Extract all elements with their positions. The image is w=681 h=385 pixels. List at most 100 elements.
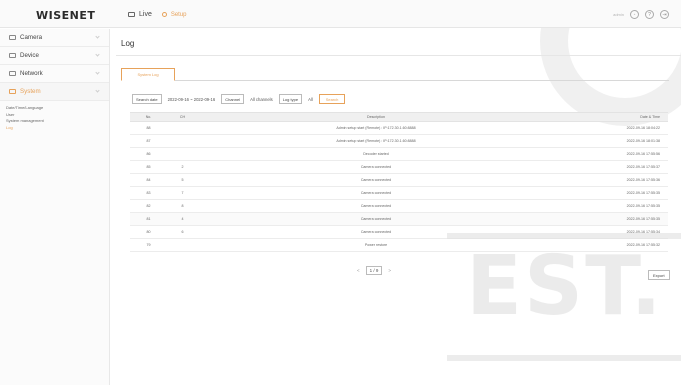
- cell-description: Camera connected: [360, 191, 392, 195]
- help-icon[interactable]: ?: [645, 10, 654, 19]
- cell-no: 85: [146, 165, 151, 169]
- sidebar-item-label: Device: [20, 52, 39, 59]
- log-filters: Search date 2022-09-16 ~ 2022-09-16 Chan…: [132, 94, 346, 104]
- table-row[interactable]: 84 5 Camera connected 2022-09-16 17:55:3…: [130, 174, 668, 187]
- chevron-up-icon: [95, 88, 100, 93]
- cell-no: 86: [146, 152, 151, 156]
- cell-datetime: 2022-09-16 18:04:22: [626, 126, 660, 130]
- cell-description: Camera connected: [360, 178, 392, 182]
- table-row[interactable]: 79 Power restore 2022-09-16 17:55:32: [130, 239, 668, 252]
- prev-page-button[interactable]: <: [357, 268, 360, 273]
- cell-datetime: 2022-09-16 18:01:38: [626, 139, 660, 143]
- cell-datetime: 2022-09-16 17:55:34: [626, 230, 660, 234]
- tab-system-log[interactable]: System Log: [121, 68, 175, 81]
- gear-icon: [161, 12, 167, 17]
- page-indicator[interactable]: 1 / 9: [365, 266, 383, 275]
- table-row[interactable]: 81 4 Camera connected 2022-09-16 17:55:3…: [130, 213, 668, 226]
- sidebar-item-system[interactable]: System: [0, 83, 109, 101]
- table-row[interactable]: 80 6 Camera connected 2022-09-16 17:55:3…: [130, 226, 668, 239]
- top-nav: Live Setup: [128, 11, 187, 18]
- cell-datetime: 2022-09-16 17:55:37: [626, 165, 660, 169]
- cell-datetime: 2022-09-16 17:55:35: [626, 204, 660, 208]
- sidebar-item-network[interactable]: Network: [0, 65, 109, 83]
- log-type-button[interactable]: Log type: [278, 94, 303, 104]
- live-tab[interactable]: Live: [139, 11, 152, 18]
- network-icon: [9, 71, 16, 76]
- cell-description: Camera connected: [360, 165, 392, 169]
- top-bar: WISENET Live Setup admin ◦ ? ⇥: [0, 0, 681, 28]
- cell-description: Admin setup start (Remote) : IP:172.30.1…: [336, 126, 416, 130]
- watermark-text: EST.: [466, 239, 664, 334]
- table-row[interactable]: 88 Admin setup start (Remote) : IP:172.3…: [130, 122, 668, 135]
- channel-button[interactable]: Channel: [221, 94, 245, 104]
- cell-description: Admin setup start (Remote) : IP:172.30.1…: [336, 139, 416, 143]
- cell-datetime: 2022-09-16 17:55:35: [626, 191, 660, 195]
- tab-divider: [121, 80, 669, 81]
- date-range-value: 2022-09-16 ~ 2022-09-16: [167, 96, 216, 102]
- user-circle-icon[interactable]: ◦: [630, 10, 639, 19]
- device-icon: [9, 53, 16, 58]
- table-row[interactable]: 82 8 Camera connected 2022-09-16 17:55:3…: [130, 200, 668, 213]
- cell-no: 83: [146, 191, 151, 195]
- cell-no: 88: [146, 126, 151, 130]
- page-title: Log: [121, 39, 135, 48]
- table-row[interactable]: 83 7 Camera connected 2022-09-16 17:55:3…: [130, 187, 668, 200]
- top-right-controls: admin ◦ ? ⇥: [613, 10, 669, 19]
- system-submenu: Date/Time/Language User System managemen…: [0, 101, 109, 131]
- submenu-item-log[interactable]: Log: [6, 125, 109, 132]
- pagination: < 1 / 9 >: [357, 266, 391, 275]
- cell-datetime: 2022-09-16 17:55:35: [626, 217, 660, 221]
- log-type-value: All: [308, 96, 313, 102]
- cell-datetime: 2022-09-16 17:55:36: [626, 178, 660, 182]
- cell-description: Camera connected: [360, 230, 392, 234]
- column-header-datetime[interactable]: Date & Time: [548, 115, 668, 119]
- logo: WISENET: [36, 9, 96, 22]
- cell-no: 80: [146, 230, 151, 234]
- cell-ch: 7: [181, 191, 184, 195]
- chevron-down-icon: [95, 70, 100, 75]
- search-date-button[interactable]: Search date: [132, 94, 162, 104]
- cell-no: 81: [146, 217, 151, 221]
- cell-no: 79: [146, 243, 151, 247]
- sidebar-item-device[interactable]: Device: [0, 47, 109, 65]
- sidebar-item-label: Camera: [20, 34, 43, 41]
- logout-icon[interactable]: ⇥: [660, 10, 669, 19]
- table-row[interactable]: 87 Admin setup start (Remote) : IP:172.3…: [130, 135, 668, 148]
- cell-datetime: 2022-09-16 17:55:32: [626, 243, 660, 247]
- sidebar: Camera Device Network System Date/Time/L…: [0, 29, 110, 385]
- sidebar-item-label: System: [20, 88, 41, 95]
- column-header-ch[interactable]: CH: [161, 115, 204, 119]
- export-button[interactable]: Export: [648, 270, 670, 280]
- setup-tab[interactable]: Setup: [171, 12, 187, 18]
- cell-ch: 8: [181, 204, 184, 208]
- watermark-bar: [447, 355, 681, 361]
- cell-ch: 5: [181, 178, 184, 182]
- system-icon: [9, 89, 16, 94]
- table-header: No. CH Description Date & Time: [130, 112, 668, 122]
- user-label: admin: [613, 12, 624, 17]
- cell-ch: 6: [181, 230, 184, 234]
- cell-no: 82: [146, 204, 151, 208]
- cell-ch: 2: [181, 165, 184, 169]
- monitor-icon: [128, 12, 135, 17]
- column-header-no[interactable]: No.: [130, 115, 161, 119]
- cell-no: 87: [146, 139, 151, 143]
- cell-description: Camera connected: [360, 204, 392, 208]
- channel-value: All channels: [250, 96, 273, 102]
- search-button[interactable]: Search: [318, 94, 346, 104]
- chevron-down-icon: [95, 52, 100, 57]
- sidebar-item-camera[interactable]: Camera: [0, 29, 109, 47]
- title-divider: [116, 55, 681, 56]
- next-page-button[interactable]: >: [388, 268, 391, 273]
- table-row[interactable]: 85 2 Camera connected 2022-09-16 17:55:3…: [130, 161, 668, 174]
- log-table: No. CH Description Date & Time 88 Admin …: [130, 112, 668, 252]
- cell-description: Decoder started: [363, 152, 389, 156]
- cell-description: Camera connected: [360, 217, 392, 221]
- camera-icon: [9, 35, 16, 40]
- table-row[interactable]: 86 Decoder started 2022-09-16 17:55:56: [130, 148, 668, 161]
- chevron-down-icon: [95, 34, 100, 39]
- cell-datetime: 2022-09-16 17:55:56: [626, 152, 660, 156]
- cell-description: Power restore: [364, 243, 388, 247]
- cell-ch: 4: [181, 217, 184, 221]
- sidebar-item-label: Network: [20, 70, 43, 77]
